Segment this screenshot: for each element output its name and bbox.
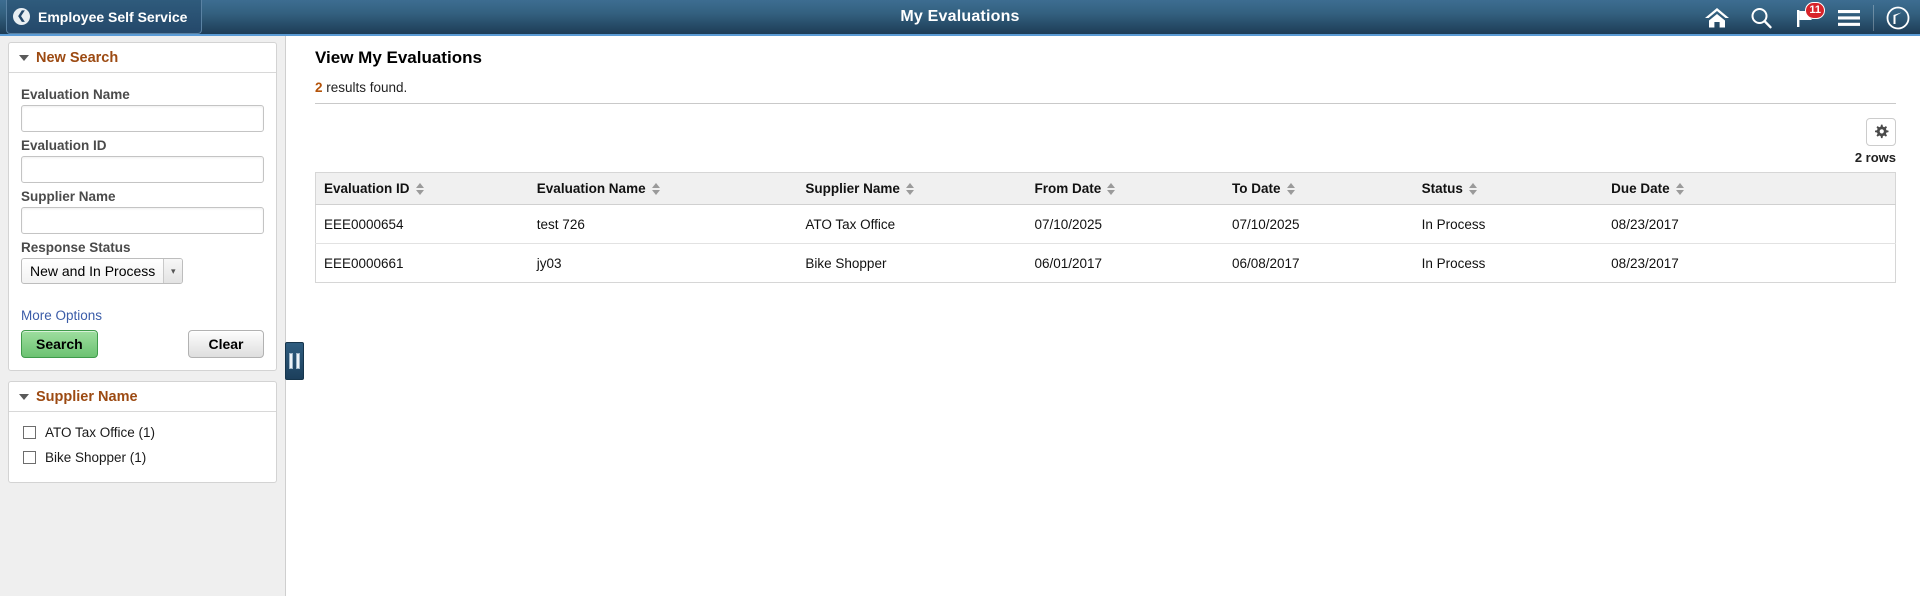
main-content: View My Evaluations 2 results found. 2 r…	[287, 36, 1920, 596]
column-label: Due Date	[1611, 181, 1670, 196]
new-search-panel-body: Evaluation Name Evaluation ID Supplier N…	[9, 73, 276, 370]
column-header-to-date[interactable]: To Date	[1223, 172, 1414, 205]
cell-to-date: 06/08/2017	[1223, 243, 1414, 283]
supplier-name-facet-header[interactable]: Supplier Name	[9, 382, 276, 412]
facet-item-ato-tax-office[interactable]: ATO Tax Office (1)	[21, 420, 264, 445]
chevron-down-icon: ▾	[163, 259, 183, 283]
more-options-link[interactable]: More Options	[21, 308, 264, 323]
column-header-evaluation-id[interactable]: Evaluation ID	[315, 172, 529, 205]
cell-from-date: 07/10/2025	[1026, 204, 1224, 244]
evaluation-name-label: Evaluation Name	[21, 87, 130, 102]
row-count-label: 2 rows	[1854, 150, 1896, 165]
evaluation-id-label: Evaluation ID	[21, 138, 107, 153]
cell-evaluation-name[interactable]: jy03	[528, 243, 798, 283]
column-header-supplier-name[interactable]: Supplier Name	[797, 172, 1027, 205]
search-button[interactable]: Search	[21, 330, 98, 358]
cell-evaluation-id[interactable]: EEE0000654	[315, 204, 529, 244]
cell-supplier-name: ATO Tax Office	[797, 204, 1027, 244]
column-label: Supplier Name	[805, 181, 900, 196]
column-header-evaluation-name[interactable]: Evaluation Name	[528, 172, 798, 205]
home-icon[interactable]	[1695, 0, 1739, 36]
sort-icon[interactable]	[651, 183, 661, 196]
app-header: ❮ Employee Self Service My Evaluations 1…	[0, 0, 1920, 36]
page-title: View My Evaluations	[315, 48, 482, 67]
notification-count-badge: 11	[1805, 2, 1825, 19]
table-header-row: Evaluation ID Evaluation Name Supplier N…	[315, 172, 1896, 205]
back-to-employee-self-service-button[interactable]: ❮ Employee Self Service	[6, 0, 203, 34]
pause-bar-right-icon	[296, 353, 300, 369]
back-button-label: Employee Self Service	[38, 8, 188, 25]
cell-evaluation-id[interactable]: EEE0000661	[315, 243, 529, 283]
results-found-text: 2 results found.	[315, 80, 1896, 95]
gear-icon[interactable]	[1866, 118, 1896, 146]
column-header-due-date[interactable]: Due Date	[1603, 172, 1896, 205]
clear-button[interactable]: Clear	[188, 330, 264, 358]
notifications-flag-icon[interactable]: 11	[1783, 0, 1827, 36]
sort-icon[interactable]	[905, 183, 915, 196]
page-body: New Search Evaluation Name Evaluation ID…	[0, 36, 1920, 596]
checkbox-icon[interactable]	[23, 426, 36, 439]
supplier-name-label: Supplier Name	[21, 189, 116, 204]
sort-icon[interactable]	[1675, 183, 1685, 196]
facet-item-label: ATO Tax Office (1)	[45, 425, 156, 440]
new-search-panel: New Search Evaluation Name Evaluation ID…	[8, 42, 277, 371]
sort-icon[interactable]	[1286, 183, 1296, 196]
response-status-label: Response Status	[21, 240, 131, 255]
column-label: From Date	[1034, 181, 1102, 196]
hamburger-menu-icon[interactable]	[1827, 0, 1871, 36]
supplier-name-facet-title: Supplier Name	[36, 388, 138, 405]
table-row[interactable]: EEE0000654 test 726 ATO Tax Office 07/10…	[315, 204, 1896, 244]
column-label: Evaluation ID	[324, 181, 410, 196]
cell-status: In Process	[1413, 243, 1604, 283]
header-icon-group: 11	[1695, 0, 1920, 36]
page-title-header: My Evaluations	[900, 8, 1020, 25]
cell-due-date: 08/23/2017	[1603, 243, 1896, 283]
facet-item-bike-shopper[interactable]: Bike Shopper (1)	[21, 445, 264, 470]
chevron-left-icon: ❮	[13, 8, 30, 25]
response-status-value: New and In Process	[30, 263, 156, 279]
evaluations-table: Evaluation ID Evaluation Name Supplier N…	[315, 172, 1896, 283]
pause-bar-left-icon	[289, 353, 293, 369]
sort-icon[interactable]	[1107, 183, 1116, 196]
evaluation-name-input[interactable]	[21, 105, 264, 132]
table-header: Evaluation ID Evaluation Name Supplier N…	[315, 172, 1896, 205]
column-label: To Date	[1231, 181, 1281, 196]
sort-icon[interactable]	[1468, 183, 1478, 196]
new-search-panel-header[interactable]: New Search	[9, 43, 276, 73]
cell-evaluation-name[interactable]: test 726	[528, 204, 798, 244]
search-actions-row: Search Clear	[21, 330, 264, 358]
grid-toolbar: 2 rows	[315, 118, 1896, 165]
table-row[interactable]: EEE0000661 jy03 Bike Shopper 06/01/2017 …	[315, 243, 1896, 283]
cell-due-date: 08/23/2017	[1603, 204, 1896, 244]
facet-item-label: Bike Shopper (1)	[45, 450, 147, 465]
cell-supplier-name: Bike Shopper	[797, 243, 1027, 283]
column-header-from-date[interactable]: From Date	[1026, 172, 1224, 205]
search-icon[interactable]	[1739, 0, 1783, 36]
supplier-name-facet-panel: Supplier Name ATO Tax Office (1) Bike Sh…	[8, 381, 277, 483]
column-label: Status	[1421, 181, 1463, 196]
results-count: 2	[315, 80, 323, 95]
sidebar-collapse-handle[interactable]	[285, 342, 304, 380]
response-status-select[interactable]: New and In Process ▾	[21, 258, 184, 284]
chevron-down-icon	[19, 54, 29, 61]
table-body: EEE0000654 test 726 ATO Tax Office 07/10…	[315, 204, 1896, 283]
cell-status: In Process	[1413, 204, 1604, 244]
supplier-name-facet-body: ATO Tax Office (1) Bike Shopper (1)	[9, 412, 276, 482]
chevron-down-icon	[19, 393, 29, 400]
results-found-label: results found.	[322, 80, 408, 95]
navbar-compass-icon[interactable]	[1876, 0, 1920, 36]
cell-to-date: 07/10/2025	[1223, 204, 1414, 244]
sort-icon[interactable]	[415, 183, 425, 196]
search-sidebar: New Search Evaluation Name Evaluation ID…	[0, 36, 286, 596]
column-label: Evaluation Name	[536, 181, 646, 196]
new-search-title: New Search	[36, 49, 119, 66]
evaluation-id-input[interactable]	[21, 156, 264, 183]
supplier-name-input[interactable]	[21, 207, 264, 234]
section-divider	[315, 103, 1896, 104]
checkbox-icon[interactable]	[23, 451, 36, 464]
column-header-status[interactable]: Status	[1413, 172, 1604, 205]
cell-from-date: 06/01/2017	[1026, 243, 1224, 283]
header-divider	[1873, 5, 1874, 31]
